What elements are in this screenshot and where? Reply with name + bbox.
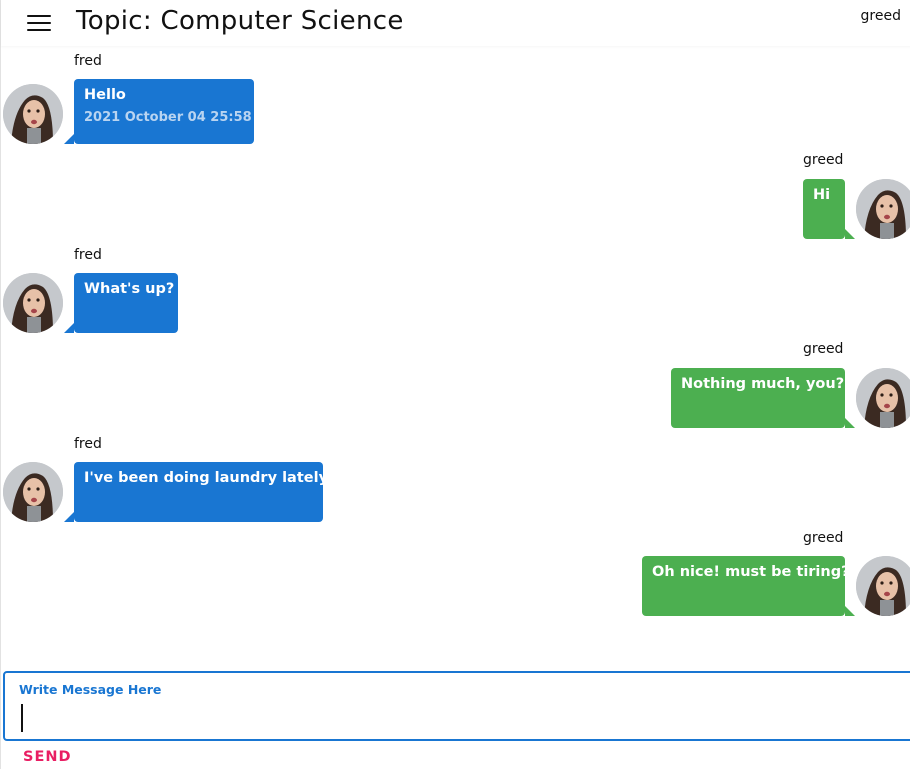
- message-sender: greed: [803, 341, 844, 357]
- user-avatar: [856, 556, 910, 616]
- send-button[interactable]: SEND: [23, 749, 72, 765]
- message-bubble: Hi: [803, 179, 845, 239]
- message-bubble: Nothing much, you?: [671, 368, 845, 428]
- top-bar: Topic: Computer Science greed: [1, 0, 910, 46]
- message-text: What's up?: [84, 281, 175, 297]
- message-text: Hi: [813, 187, 831, 203]
- page-title: Topic: Computer Science: [76, 6, 404, 36]
- message-sender: greed: [803, 530, 844, 546]
- user-avatar: [3, 462, 63, 522]
- message-text: Nothing much, you?: [681, 376, 845, 392]
- user-avatar: [3, 273, 63, 333]
- message-text: I've been doing laundry lately: [84, 470, 329, 486]
- message-timestamp: 2021 October 04 25:58: [84, 110, 252, 125]
- user-avatar: [856, 368, 910, 428]
- message-bubble: I've been doing laundry lately: [74, 462, 328, 522]
- message-composer[interactable]: Write Message Here: [3, 671, 910, 741]
- message-text: Hello: [84, 87, 126, 103]
- text-caret: [21, 704, 23, 732]
- message-sender: fred: [74, 247, 102, 263]
- composer-label: Write Message Here: [19, 682, 162, 697]
- user-avatar: [3, 84, 63, 144]
- user-avatar: [856, 179, 910, 239]
- message-bubble: Oh nice! must be tiring?: [642, 556, 850, 616]
- message-bubble: What's up?: [74, 273, 178, 333]
- hamburger-menu-icon[interactable]: [27, 15, 51, 32]
- message-bubble: Hello 2021 October 04 25:58: [74, 79, 254, 144]
- message-sender: greed: [803, 152, 844, 168]
- message-text: Oh nice! must be tiring?: [652, 564, 850, 580]
- message-input[interactable]: [17, 701, 901, 733]
- current-user-name: greed: [860, 8, 901, 24]
- message-sender: fred: [74, 53, 102, 69]
- chat-app: Topic: Computer Science greed fred Hello…: [0, 0, 910, 769]
- message-sender: fred: [74, 436, 102, 452]
